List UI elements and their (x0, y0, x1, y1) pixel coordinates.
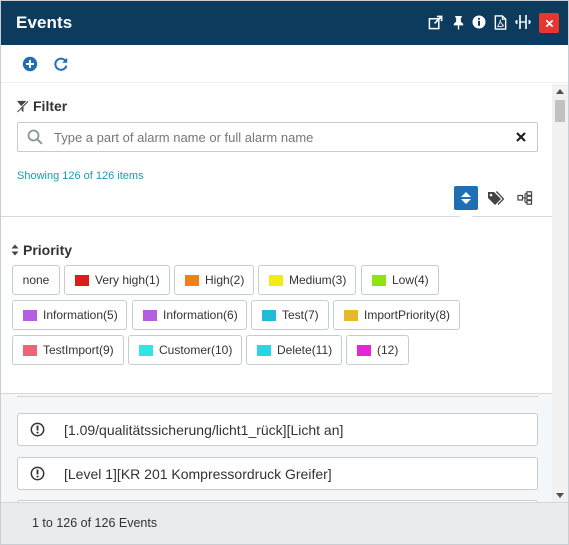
events-window: Events Filter Type a part of alarm name … (0, 0, 569, 545)
sort-icon (461, 192, 471, 204)
events-footer: 1 to 126 of 126 Events (1, 502, 568, 544)
search-icon (27, 129, 43, 145)
external-link-icon[interactable] (426, 13, 444, 31)
title-bar: Events (1, 1, 568, 45)
window-title: Events (16, 13, 73, 32)
priority-chip-test[interactable]: Test(7) (251, 300, 329, 330)
search-input[interactable] (52, 127, 497, 147)
color-swatch (344, 309, 358, 321)
tags-icon (487, 190, 504, 205)
filter-label: Filter (33, 98, 68, 114)
color-swatch (23, 309, 37, 321)
color-swatch (269, 274, 283, 286)
search-field[interactable] (17, 122, 506, 152)
alarm-icon (30, 422, 45, 437)
hierarchy-toggle[interactable] (513, 186, 537, 210)
scrollbar[interactable] (552, 84, 568, 502)
event-count: 1 to 126 of 126 Events (32, 516, 158, 530)
priority-heading: Priority (11, 242, 72, 258)
chip-label: Low(4) (392, 273, 429, 287)
tags-toggle[interactable] (483, 186, 507, 210)
alarm-icon (30, 466, 45, 481)
add-button[interactable] (21, 55, 39, 73)
chip-label: Very high(1) (95, 273, 160, 287)
event-text: [Level 1][KR 201 Kompressordruck Greifer… (64, 466, 332, 482)
sort-toggle[interactable] (454, 186, 478, 210)
showing-count: Showing 126 of 126 items (17, 170, 144, 182)
chip-label: none (22, 273, 50, 287)
priority-chip-low[interactable]: Low(4) (361, 265, 439, 295)
color-swatch (262, 309, 276, 321)
priority-chip-information-5[interactable]: Information(5) (12, 300, 127, 330)
chip-label: Test(7) (282, 308, 319, 322)
close-icon (545, 19, 553, 27)
toggle-pointer (459, 210, 473, 217)
priority-label: Priority (23, 242, 73, 258)
priority-chip-very-high[interactable]: Very high(1) (64, 265, 170, 295)
priority-chip-customer[interactable]: Customer(10) (128, 335, 242, 365)
events-content: Filter Showing 126 of 126 items Priority… (1, 84, 552, 502)
clear-icon (516, 132, 526, 142)
add-icon (22, 56, 38, 72)
priority-chip-test-import[interactable]: TestImport(9) (12, 335, 124, 365)
filter-heading: Filter (16, 98, 67, 114)
event-text: [1.09/qualitätssicherung/licht1_rück][Li… (64, 422, 344, 438)
info-icon[interactable] (470, 13, 488, 31)
priority-chip-delete[interactable]: Delete(11) (246, 335, 342, 365)
priority-chip-medium[interactable]: Medium(3) (258, 265, 356, 295)
chip-label: TestImport(9) (43, 343, 114, 357)
clear-search-button[interactable] (505, 122, 538, 152)
sort-icon (11, 244, 19, 256)
color-swatch (185, 274, 199, 286)
color-swatch (257, 344, 271, 356)
refresh-button[interactable] (52, 55, 70, 73)
priority-chip-information-6[interactable]: Information(6) (132, 300, 247, 330)
refresh-icon (54, 57, 68, 71)
color-swatch (139, 344, 153, 356)
priority-chip-12[interactable]: (12) (346, 335, 409, 365)
color-swatch (23, 344, 37, 356)
chip-label: Medium(3) (289, 273, 347, 287)
chip-label: High(2) (205, 273, 245, 287)
scroll-thumb[interactable] (555, 100, 565, 122)
chip-label: Information(5) (43, 308, 118, 322)
scroll-up-button[interactable] (552, 84, 568, 98)
color-swatch (75, 274, 89, 286)
color-swatch (372, 274, 386, 286)
priority-chip-high[interactable]: High(2) (174, 265, 254, 295)
priority-chip-import-priority[interactable]: ImportPriority(8) (333, 300, 460, 330)
filter-icon (16, 99, 29, 112)
close-button[interactable] (539, 13, 559, 33)
chip-label: (12) (377, 343, 399, 357)
resize-icon[interactable] (514, 13, 532, 31)
divider (17, 396, 538, 397)
event-row[interactable]: [1.09/qualitätssicherung/licht1_rück][Li… (17, 413, 538, 446)
priority-chip-none[interactable]: none (12, 265, 60, 295)
pin-icon[interactable] (449, 13, 467, 31)
color-swatch (357, 344, 371, 356)
events-toolbar (1, 45, 568, 83)
arrow-down-icon (556, 492, 564, 498)
hierarchy-icon (517, 191, 533, 205)
pdf-icon[interactable] (491, 13, 509, 31)
scroll-down-button[interactable] (552, 488, 568, 502)
chip-label: Customer(10) (159, 343, 233, 357)
color-swatch (143, 309, 157, 321)
chip-label: ImportPriority(8) (364, 308, 451, 322)
chip-label: Delete(11) (277, 343, 333, 357)
arrow-up-icon (556, 88, 564, 94)
chip-label: Information(6) (163, 308, 238, 322)
event-row[interactable]: [Level 1][KR 201 Kompressordruck Greifer… (17, 457, 538, 490)
